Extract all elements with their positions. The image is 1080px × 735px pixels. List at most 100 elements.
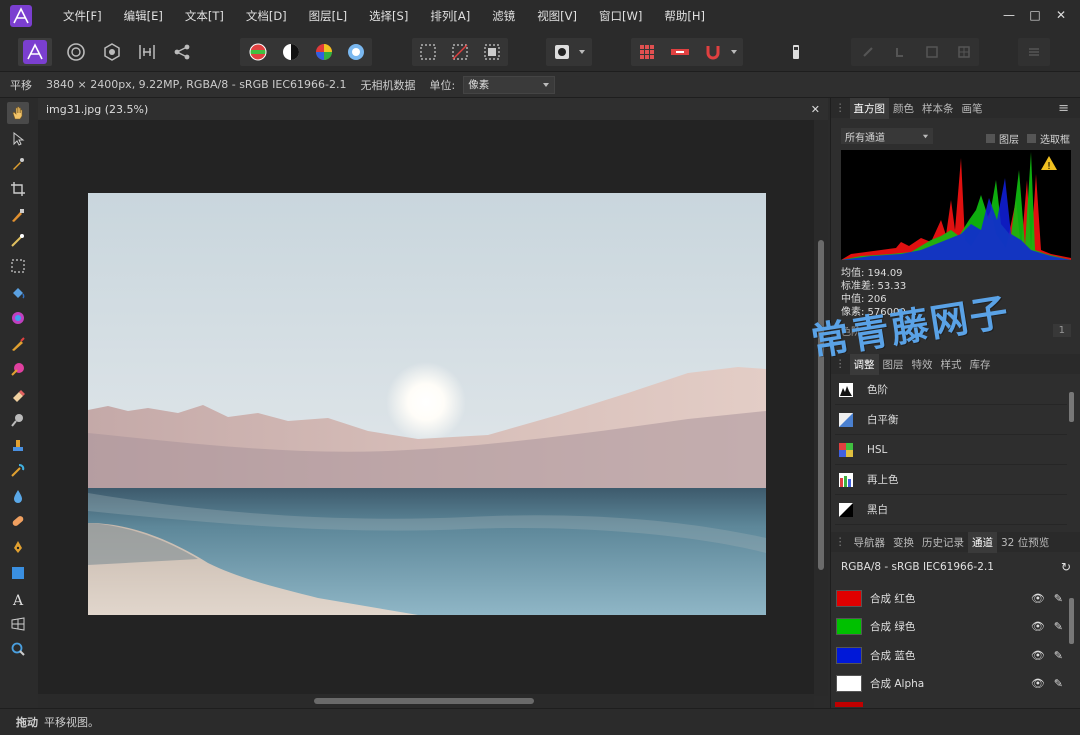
brush-align-icon[interactable]	[854, 38, 882, 66]
tab-history[interactable]: 历史记录	[918, 535, 968, 550]
channels-scrollbar[interactable]	[1069, 598, 1074, 644]
snapping-magnet-icon[interactable]	[699, 38, 727, 66]
adjustment-scrollbar[interactable]	[1069, 392, 1074, 422]
snapping-grid-icon[interactable]	[633, 38, 661, 66]
tab-navigator[interactable]: 导航器	[850, 535, 890, 550]
minimize-button[interactable]: —	[996, 4, 1022, 26]
move-tool-icon[interactable]	[7, 128, 29, 150]
tab-brushes[interactable]: 画笔	[958, 101, 987, 116]
flood-select-tool-icon[interactable]	[7, 229, 29, 251]
vertical-scroll-thumb[interactable]	[818, 240, 824, 570]
close-document-button[interactable]: ✕	[811, 103, 820, 116]
channel-green[interactable]: 合成 绿色 👁 ✎	[835, 612, 1067, 640]
erase-brush-tool-icon[interactable]	[7, 384, 29, 406]
eye-icon[interactable]: 👁	[1031, 649, 1045, 662]
tab-32bit-preview[interactable]: 32 位预览	[997, 535, 1053, 550]
tone-mapping-persona-icon[interactable]	[133, 38, 161, 66]
menu-help[interactable]: 帮助[H]	[653, 8, 716, 24]
grid-option-icon[interactable]	[950, 38, 978, 66]
develop-persona-icon[interactable]	[98, 38, 126, 66]
menu-edit[interactable]: 编辑[E]	[113, 8, 174, 24]
menu-file[interactable]: 文件[F]	[52, 8, 113, 24]
menu-layer[interactable]: 图层[L]	[298, 8, 358, 24]
eye-icon[interactable]: 👁	[1031, 677, 1045, 690]
text-tool-icon[interactable]: A	[7, 588, 29, 610]
auto-levels-icon[interactable]	[244, 38, 272, 66]
paint-brush-tool-icon[interactable]	[7, 333, 29, 355]
channel-select[interactable]: 所有通道	[841, 128, 933, 144]
tab-channels[interactable]: 通道	[968, 531, 997, 553]
blur-brush-tool-icon[interactable]	[7, 485, 29, 507]
photo-persona-icon[interactable]	[21, 38, 49, 66]
pencil-icon[interactable]: ✎	[1054, 677, 1063, 690]
color-replacement-tool-icon[interactable]	[7, 358, 29, 380]
tab-styles[interactable]: 样式	[937, 357, 966, 372]
tab-color[interactable]: 颜色	[889, 101, 918, 116]
menu-filters[interactable]: 滤镜	[481, 8, 526, 24]
tab-layers[interactable]: 图层	[879, 357, 908, 372]
adjustment-recolor[interactable]: 再上色	[835, 465, 1067, 495]
horizontal-scroll-thumb[interactable]	[314, 698, 534, 704]
menu-window[interactable]: 窗口[W]	[588, 8, 653, 24]
affinity-logo[interactable]	[10, 5, 32, 27]
pencil-icon[interactable]: ✎	[1054, 649, 1063, 662]
pen-tool-icon[interactable]	[7, 536, 29, 558]
select-all-icon[interactable]	[414, 38, 442, 66]
horizontal-scrollbar[interactable]	[38, 694, 814, 708]
close-button[interactable]: ✕	[1048, 4, 1074, 26]
mesh-warp-tool-icon[interactable]	[7, 613, 29, 635]
healing-brush-tool-icon[interactable]	[7, 510, 29, 532]
panel-menu-icon[interactable]: ≡	[1054, 101, 1073, 116]
adjustment-levels[interactable]: 色阶	[835, 375, 1067, 405]
fill-tool-icon[interactable]	[7, 282, 29, 304]
crop-tool-icon[interactable]	[7, 178, 29, 200]
liquify-persona-icon[interactable]	[62, 38, 90, 66]
pencil-icon[interactable]: ✎	[1054, 592, 1063, 605]
document-tab[interactable]: img31.jpg (23.5%) ✕	[38, 98, 828, 120]
tab-swatches[interactable]: 样本条	[918, 101, 958, 116]
clone-brush-tool-icon[interactable]	[7, 434, 29, 456]
marquee-tool-icon[interactable]	[7, 255, 29, 277]
eye-icon[interactable]: 👁	[1031, 592, 1045, 605]
hand-tool-icon[interactable]	[7, 102, 29, 124]
menu-arrange[interactable]: 排列[A]	[419, 8, 481, 24]
menu-select[interactable]: 选择[S]	[358, 8, 419, 24]
channel-blue[interactable]: 合成 蓝色 👁 ✎	[835, 641, 1067, 669]
tab-transform[interactable]: 变换	[889, 535, 918, 550]
zoom-tool-icon[interactable]	[7, 638, 29, 660]
color-picker-tool-icon[interactable]	[7, 153, 29, 175]
maximize-button[interactable]: □	[1022, 4, 1048, 26]
levels-value[interactable]: 1	[1052, 323, 1071, 337]
selection-brush-tool-icon[interactable]	[7, 204, 29, 226]
export-persona-icon[interactable]	[168, 38, 196, 66]
tab-histogram[interactable]: 直方图	[849, 97, 889, 119]
menu-text[interactable]: 文本[T]	[174, 8, 235, 24]
deselect-icon[interactable]	[446, 38, 474, 66]
vertical-scrollbar[interactable]	[814, 120, 828, 696]
unit-select[interactable]: 像素	[463, 75, 556, 94]
pencil-icon[interactable]: ✎	[1054, 620, 1063, 633]
channel-alpha[interactable]: 合成 Alpha 👁 ✎	[835, 669, 1067, 697]
mask-option-icon[interactable]	[918, 38, 946, 66]
menu-document[interactable]: 文档[D]	[235, 8, 298, 24]
auto-white-balance-icon[interactable]	[342, 38, 370, 66]
chevron-down-icon[interactable]	[574, 38, 590, 66]
chevron-down-icon[interactable]	[726, 38, 742, 66]
dodge-tool-icon[interactable]	[7, 409, 29, 431]
gradient-tool-icon[interactable]	[7, 307, 29, 329]
auto-colors-icon[interactable]	[310, 38, 338, 66]
rectangle-tool-icon[interactable]	[7, 562, 29, 584]
invert-selection-icon[interactable]	[478, 38, 506, 66]
studio-option-icon[interactable]	[1020, 38, 1048, 66]
canvas-area[interactable]	[38, 120, 814, 694]
assistant-icon[interactable]	[782, 38, 810, 66]
adjustment-hsl[interactable]: HSL	[835, 435, 1067, 465]
quick-mask-icon[interactable]	[548, 38, 576, 66]
eye-icon[interactable]: 👁	[1031, 620, 1045, 633]
channel-red[interactable]: 合成 红色 👁 ✎	[835, 584, 1067, 612]
adjustment-black-white[interactable]: 黑白	[835, 495, 1067, 525]
tab-effects[interactable]: 特效	[908, 357, 937, 372]
auto-contrast-icon[interactable]	[277, 38, 305, 66]
brush-option-icon[interactable]	[886, 38, 914, 66]
smudge-brush-tool-icon[interactable]	[7, 459, 29, 481]
